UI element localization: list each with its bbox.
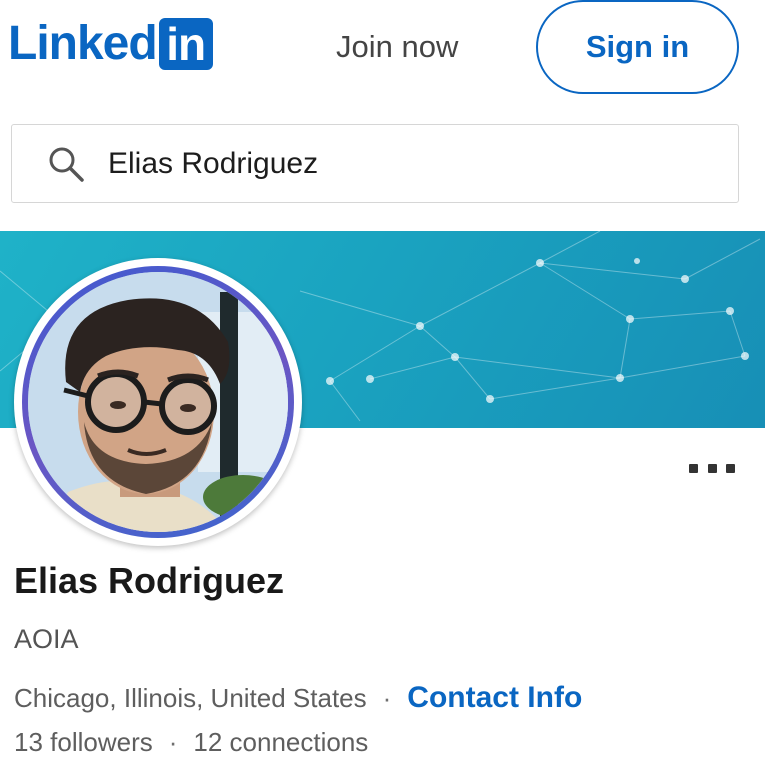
logo-wordmark: Linked [8,17,158,70]
search-box[interactable]: Elias Rodriguez [11,124,739,203]
dot [726,463,735,473]
avatar-ring [22,266,294,538]
location-row: Chicago, Illinois, United States · Conta… [14,678,582,718]
stats-row: 13 followers · 12 connections [14,724,368,760]
avatar[interactable] [14,258,302,546]
search-input[interactable]: Elias Rodriguez [108,147,318,181]
profile-location: Chicago, Illinois, United States [14,682,367,713]
dot [707,463,717,473]
profile-headline: AOIA [14,624,79,654]
dot [689,463,698,473]
profile-name: Elias Rodriguez [14,560,285,601]
connections-count: 12 connections [193,726,369,757]
more-options-icon[interactable] [689,461,735,475]
followers-count: 13 followers [14,726,153,757]
logo-in-box: in [158,18,213,70]
sign-in-button[interactable]: Sign in [536,0,739,94]
profile-photo [28,272,288,532]
contact-info-link[interactable]: Contact Info [407,681,582,715]
separator: · [168,726,178,757]
linkedin-logo[interactable]: Linked in [8,14,213,74]
separator: · [382,682,392,713]
profile-photo-illustration [28,272,288,532]
search-icon [49,147,84,182]
join-now-link[interactable]: Join now [336,24,458,70]
